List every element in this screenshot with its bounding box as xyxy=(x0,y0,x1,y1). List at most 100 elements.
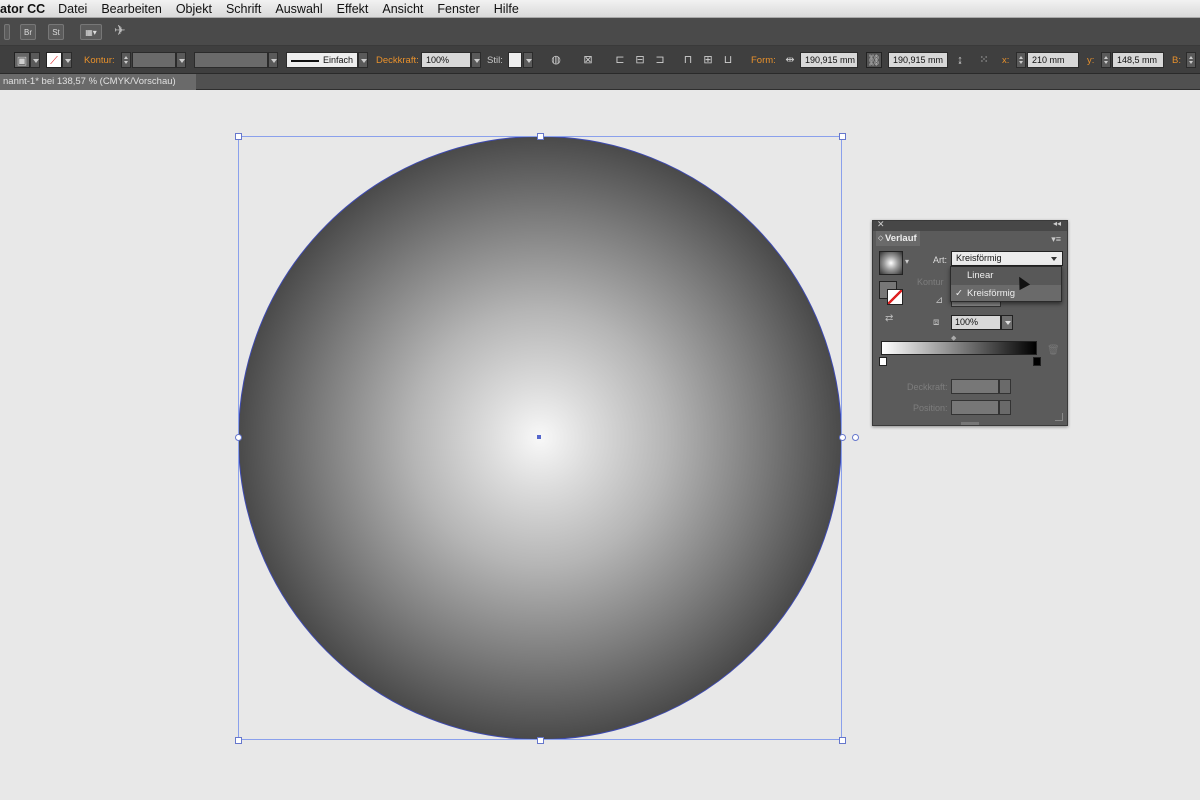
tab-verlauf-label: Verlauf xyxy=(885,233,917,244)
aspect-ratio-input[interactable]: 100% xyxy=(951,315,1001,330)
handle-middle-right[interactable] xyxy=(839,434,846,441)
delete-stop-icon[interactable]: 🗑 xyxy=(1047,345,1060,356)
align-right-icon[interactable]: ⊐ xyxy=(652,52,668,68)
gradient-slider[interactable] xyxy=(881,341,1037,355)
menu-bearbeiten[interactable]: Bearbeiten xyxy=(94,2,168,16)
aspect-ratio-dropdown[interactable] xyxy=(1001,315,1013,330)
option-linear[interactable]: Linear xyxy=(951,267,1061,285)
stroke-weight-stepper[interactable] xyxy=(121,52,131,68)
artboard-canvas[interactable] xyxy=(0,90,1200,800)
art-label: Art: xyxy=(933,255,948,265)
opacity-dropdown[interactable] xyxy=(471,52,481,68)
align-left-icon[interactable]: ⊏ xyxy=(612,52,628,68)
stroke-dropdown[interactable] xyxy=(62,52,72,68)
reference-point-icon[interactable]: ⁙ xyxy=(976,52,992,68)
variable-width-profile[interactable] xyxy=(194,52,268,68)
stop-opacity-dropdown[interactable] xyxy=(999,379,1011,394)
x-position-input[interactable]: 210 mm xyxy=(1027,52,1079,68)
stil-label: Stil: xyxy=(487,55,503,66)
b-stepper[interactable] xyxy=(1186,52,1196,68)
align-to-icon[interactable]: ⊠ xyxy=(580,52,596,68)
align-middle-icon[interactable]: ⊞ xyxy=(700,52,716,68)
deckkraft-label[interactable]: Deckkraft: xyxy=(376,55,419,66)
b-label[interactable]: B: xyxy=(1172,55,1181,66)
opacity-input[interactable]: 100% xyxy=(421,52,471,68)
recolor-artwork-icon[interactable]: ◍ xyxy=(548,52,564,68)
graphic-style-swatch[interactable] xyxy=(508,52,522,68)
menu-fenster[interactable]: Fenster xyxy=(430,2,486,16)
kontur-label[interactable]: Kontur: xyxy=(84,55,115,66)
fill-swatch-icon[interactable]: ▣ xyxy=(14,52,30,68)
stroke-weight-input[interactable] xyxy=(132,52,176,68)
stop-position-dropdown[interactable] xyxy=(999,400,1011,415)
panel-tab-strip: ◇ Verlauf xyxy=(874,231,1018,246)
live-shape-widget-handle[interactable] xyxy=(852,434,859,441)
handle-middle-left[interactable] xyxy=(235,434,242,441)
height-input[interactable]: 190,915 mm xyxy=(888,52,948,68)
menu-effekt[interactable]: Effekt xyxy=(330,2,376,16)
handle-bottom-center[interactable] xyxy=(537,737,544,744)
stock-button[interactable]: St xyxy=(48,24,64,40)
fill-dropdown[interactable] xyxy=(30,52,40,68)
y-label[interactable]: y: xyxy=(1087,55,1094,66)
menu-objekt[interactable]: Objekt xyxy=(169,2,219,16)
stop-opacity-input[interactable] xyxy=(951,379,999,394)
align-bottom-icon[interactable]: ⊔ xyxy=(720,52,736,68)
stop-opacity-label: Deckkraft: xyxy=(907,382,948,392)
align-top-icon[interactable]: ⊓ xyxy=(680,52,696,68)
brush-definition-field[interactable]: Einfach xyxy=(286,52,358,68)
panel-title-bar[interactable]: ✕ ◂◂ xyxy=(873,219,1067,231)
form-label[interactable]: Form: xyxy=(751,55,776,66)
y-position-input[interactable]: 148,5 mm xyxy=(1112,52,1164,68)
x-label[interactable]: x: xyxy=(1002,55,1009,66)
gradient-swatch-dropdown[interactable]: ▾ xyxy=(905,257,909,266)
fill-stroke-toggle-icon[interactable] xyxy=(879,281,903,305)
document-tab-bar: nannt-1* bei 138,57 % (CMYK/Vorschau) xyxy=(0,74,1200,90)
shape-center-point xyxy=(537,435,541,439)
panel-scroll-indicator xyxy=(961,422,979,425)
reverse-gradient-icon[interactable]: ⇄ xyxy=(885,313,893,324)
kontur-label: Kontur xyxy=(917,277,944,287)
tab-verlauf[interactable]: ◇ Verlauf xyxy=(876,231,920,246)
x-stepper[interactable] xyxy=(1016,52,1026,68)
handle-top-right[interactable] xyxy=(839,133,846,140)
align-center-icon[interactable]: ⊟ xyxy=(632,52,648,68)
appbar-edge-button[interactable] xyxy=(4,24,10,40)
aspect-ratio-icon: ⧈ xyxy=(933,317,940,328)
constrain-proportions-link-icon[interactable]: ⛓ xyxy=(866,52,882,68)
close-panel-icon[interactable]: ✕ xyxy=(877,219,885,230)
stroke-weight-dropdown[interactable] xyxy=(176,52,186,68)
graphic-style-dropdown[interactable] xyxy=(523,52,533,68)
handle-top-left[interactable] xyxy=(235,133,242,140)
stop-position-input[interactable] xyxy=(951,400,999,415)
arrange-documents-icon[interactable]: ▦▾ xyxy=(80,24,102,40)
stop-position-label: Position: xyxy=(913,403,948,413)
gradient-swatch-icon[interactable] xyxy=(879,251,903,275)
gradient-stop-black[interactable] xyxy=(1033,357,1041,366)
handle-bottom-right[interactable] xyxy=(839,737,846,744)
panel-menu-icon[interactable]: ▾≡ xyxy=(1051,234,1061,245)
option-linear-label: Linear xyxy=(967,270,994,281)
y-stepper[interactable] xyxy=(1101,52,1111,68)
collapse-panel-icon[interactable]: ◂◂ xyxy=(1053,219,1061,228)
panel-resize-handle[interactable] xyxy=(1055,413,1063,421)
menu-ansicht[interactable]: Ansicht xyxy=(375,2,430,16)
app-name: ator CC xyxy=(0,1,46,16)
option-kreisfoermig[interactable]: ✓ Kreisförmig xyxy=(951,285,1061,303)
menu-datei[interactable]: Datei xyxy=(51,2,94,16)
width-icon: ⇹ xyxy=(785,54,795,66)
brush-dropdown[interactable] xyxy=(358,52,368,68)
handle-bottom-left[interactable] xyxy=(235,737,242,744)
width-input[interactable]: 190,915 mm xyxy=(800,52,858,68)
document-tab[interactable]: nannt-1* bei 138,57 % (CMYK/Vorschau) xyxy=(0,74,196,90)
bridge-button[interactable]: Br xyxy=(20,24,36,40)
handle-top-center[interactable] xyxy=(537,133,544,140)
variable-width-dropdown[interactable] xyxy=(268,52,278,68)
stroke-none-swatch-icon[interactable]: ⟋ xyxy=(46,52,62,68)
gradient-type-select[interactable]: Kreisförmig xyxy=(951,251,1063,266)
gradient-stop-white[interactable] xyxy=(879,357,887,366)
menu-auswahl[interactable]: Auswahl xyxy=(268,2,329,16)
gpu-rocket-icon[interactable]: ✈ xyxy=(114,22,126,39)
menu-hilfe[interactable]: Hilfe xyxy=(487,2,526,16)
menu-schrift[interactable]: Schrift xyxy=(219,2,268,16)
